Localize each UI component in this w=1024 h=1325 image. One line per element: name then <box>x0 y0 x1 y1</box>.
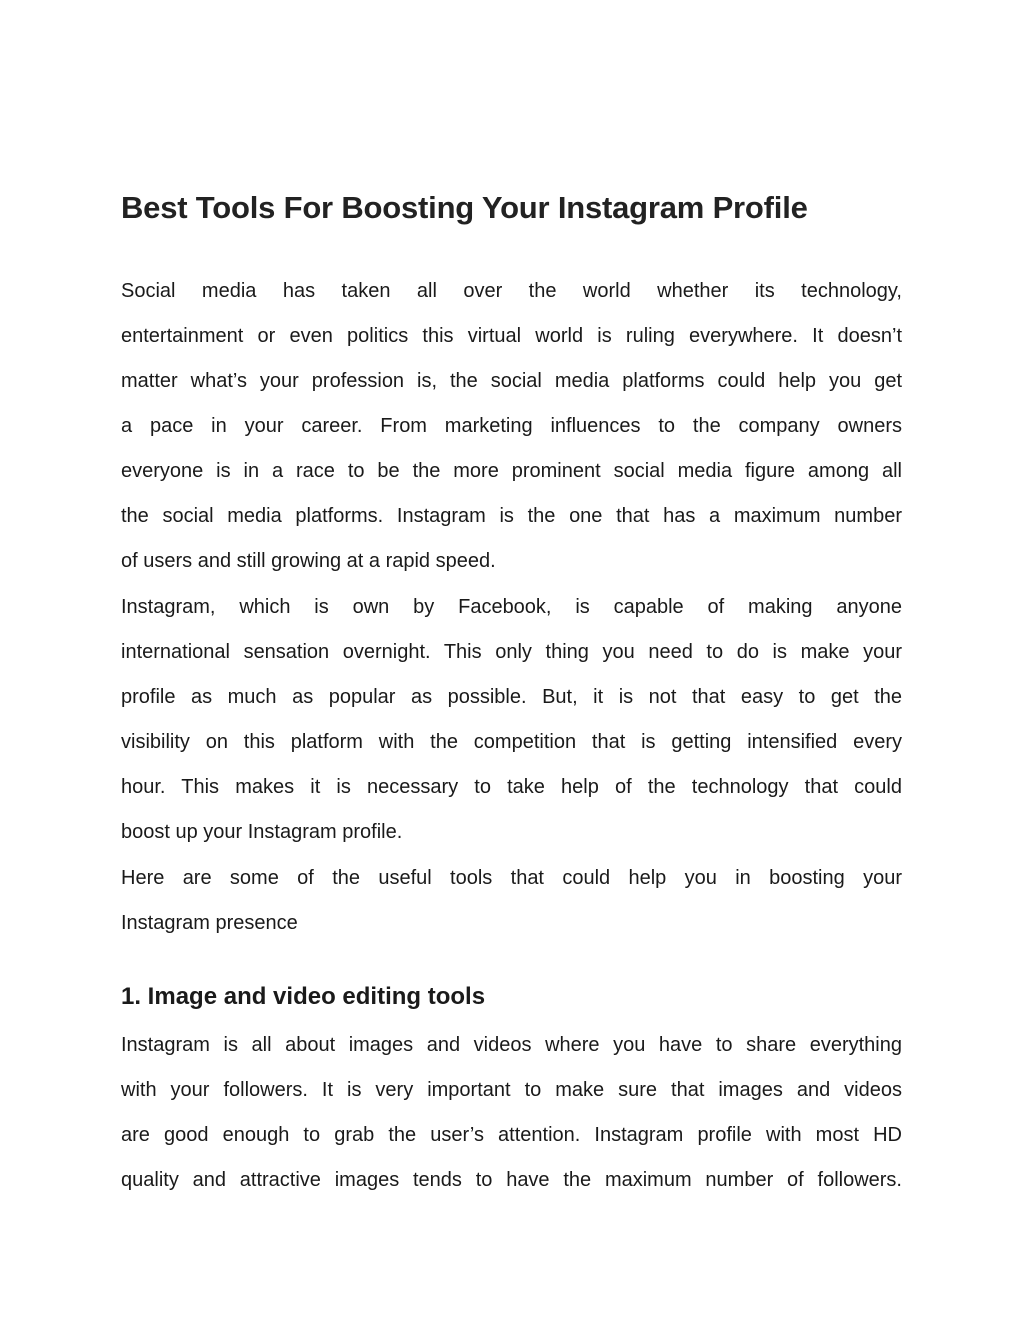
document-title: Best Tools For Boosting Your Instagram P… <box>121 190 808 225</box>
text-line: boost up your Instagram profile. <box>121 821 403 843</box>
text-line: hour. This makes it is necessary to take… <box>121 776 902 798</box>
text-line: international sensation overnight. This … <box>121 641 902 663</box>
text-line: entertainment or even politics this virt… <box>121 325 902 347</box>
text-line: everyone is in a race to be the more pro… <box>121 460 902 482</box>
text-line: a pace in your career. From marketing in… <box>121 415 902 437</box>
text-line: matter what’s your profession is, the so… <box>121 370 902 392</box>
document-page: Best Tools For Boosting Your Instagram P… <box>0 0 1024 1325</box>
text-line: visibility on this platform with the com… <box>121 731 902 753</box>
text-line: quality and attractive images tends to h… <box>121 1169 902 1191</box>
text-line: with your followers. It is very importan… <box>121 1079 902 1101</box>
section-heading: 1. Image and video editing tools <box>121 983 486 1010</box>
text-line: of users and still growing at a rapid sp… <box>121 550 496 572</box>
text-line: Social media has taken all over the worl… <box>121 280 902 302</box>
text-line: Instagram presence <box>121 912 298 934</box>
text-line: Instagram is all about images and videos… <box>121 1034 902 1056</box>
text-line: Here are some of the useful tools that c… <box>121 867 902 889</box>
text-line: the social media platforms. Instagram is… <box>121 505 902 527</box>
text-line: are good enough to grab the user’s atten… <box>121 1124 902 1146</box>
text-line: Instagram, which is own by Facebook, is … <box>121 596 902 618</box>
text-line: profile as much as popular as possible. … <box>121 686 902 708</box>
